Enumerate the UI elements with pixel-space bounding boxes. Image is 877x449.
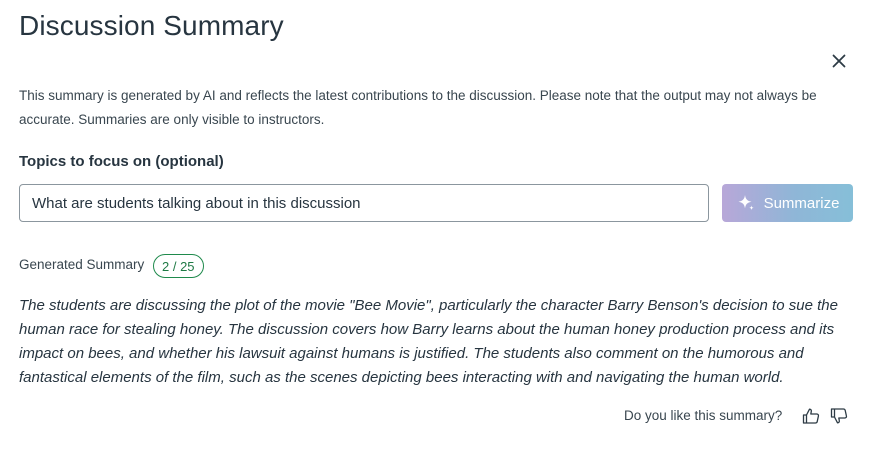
ai-disclaimer: This summary is generated by AI and refl… <box>19 88 817 127</box>
page-title: Discussion Summary <box>19 10 284 41</box>
thumbs-down-icon <box>830 408 848 424</box>
topics-label: Topics to focus on (optional) <box>19 153 224 170</box>
sparkle-icon <box>738 195 754 211</box>
topics-input[interactable] <box>19 184 709 222</box>
close-button[interactable] <box>826 48 852 74</box>
summary-count-badge: 2 / 25 <box>153 254 204 278</box>
dislike-button[interactable] <box>828 405 850 427</box>
feedback-question: Do you like this summary? <box>624 408 783 423</box>
like-button[interactable] <box>800 405 822 427</box>
thumbs-up-icon <box>802 408 820 424</box>
summarize-button[interactable]: Summarize <box>722 184 853 222</box>
summary-text: The students are discussing the plot of … <box>19 297 838 386</box>
summarize-label: Summarize <box>763 194 840 212</box>
generated-summary-label: Generated Summary <box>19 257 145 272</box>
close-icon <box>832 54 846 68</box>
